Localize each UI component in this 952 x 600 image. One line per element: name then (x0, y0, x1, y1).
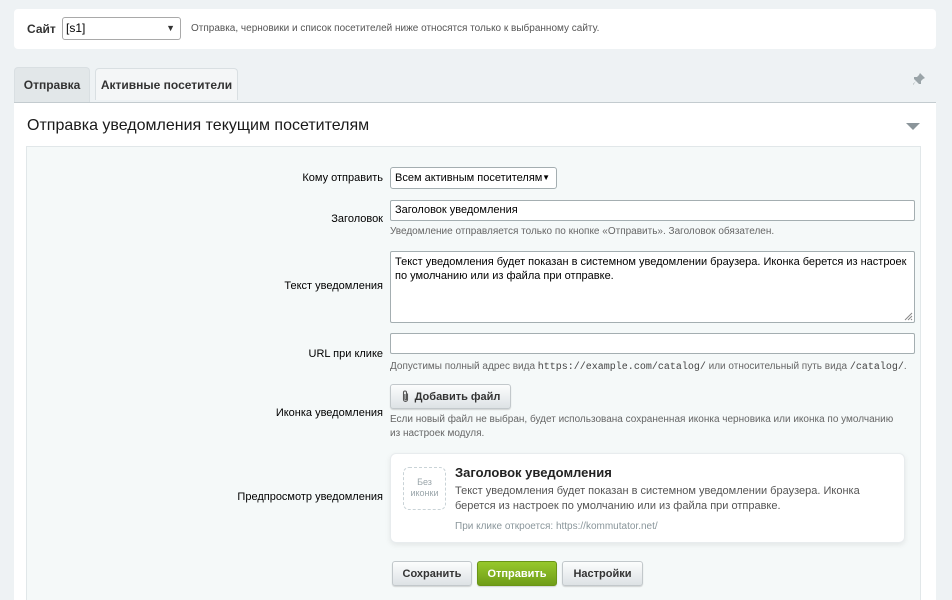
recipients-select[interactable]: Всем активным посетителям ▼ (390, 167, 557, 189)
main-panel: Отправка уведомления текущим посетителям… (14, 102, 936, 600)
chevron-down-icon: ▼ (542, 173, 550, 182)
text-textarea-value: Текст уведомления будет показан в систем… (395, 256, 907, 282)
settings-button-label: Настройки (573, 567, 632, 580)
collapse-icon[interactable] (906, 122, 920, 131)
recipients-select-value: Всем активным посетителям (395, 172, 543, 184)
title-hint: Уведомление отправляется только по кнопк… (390, 226, 775, 237)
add-file-button[interactable]: Добавить файл (390, 384, 511, 409)
url-hint-code-relative: /catalog/ (849, 362, 904, 373)
icon-hint: Если новый файл не выбран, будет использ… (390, 414, 894, 439)
site-note: Отправка, черновики и список посетителей… (191, 23, 600, 34)
no-icon-line2: иконки (410, 488, 439, 498)
no-icon-placeholder: Без иконки (403, 467, 446, 510)
url-hint-code-absolute: https://example.com/catalog/ (537, 362, 706, 373)
form-area: Кому отправить Всем активным посетителям… (26, 146, 921, 600)
title-input[interactable]: Заголовок уведомления (390, 200, 915, 221)
notification-preview: Без иконки Заголовок уведомления Текст у… (390, 453, 905, 543)
tab-active-visitors[interactable]: Активные посетители (95, 68, 238, 100)
panel-title: Отправка уведомления текущим посетителям (27, 117, 370, 134)
tab-send-label: Отправка (23, 78, 81, 92)
no-icon-line1: Без (417, 477, 432, 487)
send-button-label: Отправить (487, 567, 547, 580)
chevron-down-icon: ▼ (166, 23, 175, 33)
settings-button[interactable]: Настройки (562, 561, 643, 586)
save-button[interactable]: Сохранить (392, 561, 472, 586)
recipients-label: Кому отправить (302, 172, 383, 184)
send-button[interactable]: Отправить (477, 561, 557, 586)
url-label: URL при клике (308, 348, 383, 360)
title-label: Заголовок (331, 213, 383, 225)
url-hint: Допустимы полный адрес вида https://exam… (390, 360, 907, 375)
site-select-value: [s1] (66, 21, 86, 35)
title-input-value: Заголовок уведомления (395, 204, 518, 216)
pin-icon[interactable] (912, 72, 926, 86)
preview-link: При клике откроется: https://kommutator.… (455, 521, 658, 532)
url-input[interactable] (390, 333, 915, 354)
add-file-button-label: Добавить файл (414, 390, 501, 403)
site-bar: Сайт [s1] ▼ Отправка, черновики и список… (14, 9, 936, 49)
preview-label: Предпросмотр уведомления (237, 491, 383, 503)
preview-title: Заголовок уведомления (455, 465, 612, 480)
resize-handle-icon[interactable] (903, 311, 913, 321)
paperclip-icon (402, 390, 408, 403)
text-textarea[interactable]: Текст уведомления будет показан в систем… (390, 251, 915, 323)
url-hint-before: Допустимы полный адрес вида (390, 361, 536, 372)
site-select[interactable]: [s1] ▼ (62, 17, 181, 40)
site-label: Сайт (27, 22, 56, 36)
save-button-label: Сохранить (402, 567, 462, 580)
tab-active-visitors-label: Активные посетители (100, 77, 233, 92)
text-label: Текст уведомления (284, 280, 383, 292)
icon-label: Иконка уведомления (275, 407, 383, 419)
tab-send[interactable]: Отправка (14, 67, 90, 102)
url-hint-middle: или относительный путь вида (708, 361, 848, 372)
url-hint-after: . (903, 361, 907, 372)
preview-body: Текст уведомления будет показан в систем… (455, 485, 860, 512)
